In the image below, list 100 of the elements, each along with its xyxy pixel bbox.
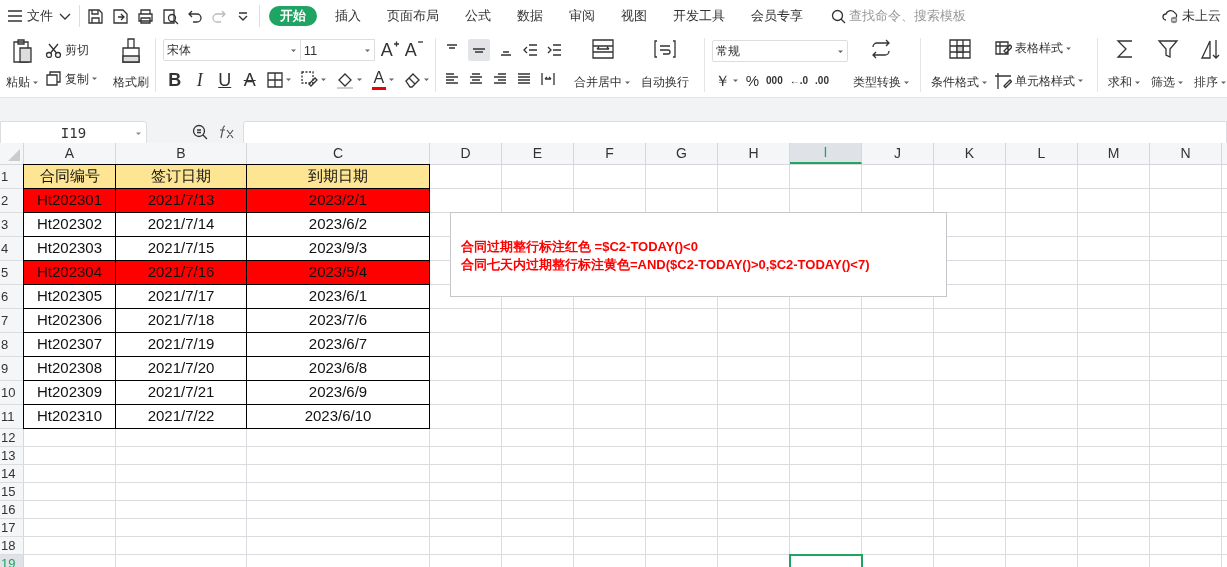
formula-input[interactable]	[243, 121, 1227, 145]
table-cell[interactable]: 2023/5/4	[247, 261, 430, 285]
table-cell[interactable]: Ht202301	[23, 189, 116, 213]
table-cell[interactable]: 2021/7/20	[116, 357, 247, 381]
table-cell[interactable]: 合同编号	[23, 164, 116, 189]
table-style-button[interactable]: 表格样式	[994, 39, 1085, 58]
filter-button[interactable]: 筛选	[1151, 32, 1184, 97]
chevron-down-icon[interactable]	[59, 12, 71, 20]
increase-indent-icon[interactable]	[546, 41, 563, 58]
number-format-button[interactable]: %	[745, 72, 760, 89]
row-header[interactable]: 5	[0, 261, 24, 284]
table-cell[interactable]: 2023/6/9	[247, 381, 430, 405]
caret-icon[interactable]	[902, 79, 910, 85]
function-icon[interactable]	[218, 124, 236, 140]
table-cell[interactable]: Ht202304	[23, 261, 116, 285]
underline-button[interactable]: U	[216, 69, 233, 90]
row-header[interactable]: 13	[0, 447, 24, 464]
font-color-button[interactable]: A	[371, 69, 386, 90]
table-cell[interactable]: Ht202309	[23, 381, 116, 405]
table-cell[interactable]: 2021/7/13	[116, 189, 247, 213]
row-header[interactable]: 17	[0, 519, 24, 536]
table-cell[interactable]: 2021/7/17	[116, 285, 247, 309]
align-middle-icon[interactable]	[468, 38, 491, 61]
dropdown-icon[interactable]	[237, 10, 249, 22]
column-header[interactable]: L	[1006, 143, 1078, 164]
table-cell[interactable]: 2023/7/6	[247, 309, 430, 333]
export-icon[interactable]	[112, 7, 129, 25]
zoom-out-icon[interactable]	[192, 124, 208, 140]
caret-icon[interactable]	[31, 79, 39, 85]
row-header[interactable]: 12	[0, 429, 24, 446]
cut-button[interactable]: 剪切	[45, 41, 98, 60]
caret-icon[interactable]	[319, 77, 327, 83]
caret-icon[interactable]	[624, 79, 632, 85]
ribbon-tab[interactable]: 视图	[609, 6, 659, 26]
distributed-icon[interactable]	[540, 71, 557, 88]
table-cell[interactable]: 2021/7/14	[116, 213, 247, 237]
conditional-format-button[interactable]: 条件格式	[931, 32, 989, 97]
search-field[interactable]: 查找命令、搜索模板	[849, 6, 989, 26]
cloud-status[interactable]: 未上云	[1182, 6, 1221, 26]
table-cell[interactable]: 2023/6/2	[247, 213, 430, 237]
decrease-font-size-button[interactable]: A	[404, 40, 424, 61]
ribbon-tab[interactable]: 页面布局	[375, 6, 451, 26]
number-format-button[interactable]: .00	[815, 72, 829, 89]
copy-button[interactable]: 复制	[45, 69, 98, 88]
strikethrough-button[interactable]: A	[241, 69, 258, 90]
ribbon-tab[interactable]: 公式	[453, 6, 503, 26]
italic-button[interactable]: I	[191, 69, 208, 90]
menu-icon[interactable]	[7, 8, 23, 24]
file-menu[interactable]: 文件	[27, 6, 53, 26]
table-cell[interactable]: 2021/7/22	[116, 405, 247, 429]
column-header[interactable]: F	[574, 143, 646, 164]
table-cell[interactable]: 到期日期	[247, 164, 430, 189]
table-cell[interactable]: 2023/6/8	[247, 357, 430, 381]
cloud-icon[interactable]	[1162, 8, 1179, 24]
print-preview-icon[interactable]	[162, 7, 179, 25]
font-name-select[interactable]: 宋体	[162, 39, 301, 62]
number-format-button[interactable]: 000	[766, 72, 783, 89]
column-header[interactable]: J	[862, 143, 934, 164]
borders-icon[interactable]	[266, 71, 283, 88]
merge-center-button[interactable]: 合并居中	[574, 32, 632, 97]
column-header[interactable]: D	[430, 143, 502, 164]
row-header[interactable]: 11	[0, 405, 24, 428]
table-cell[interactable]: 2021/7/21	[116, 381, 247, 405]
caret-icon[interactable]	[363, 47, 371, 53]
row-header[interactable]: 3	[0, 213, 24, 236]
row-header[interactable]: 4	[0, 237, 24, 260]
number-format-button[interactable]: ←.0	[789, 72, 809, 89]
row-header[interactable]: 6	[0, 285, 24, 308]
number-format-button[interactable]: ￥	[714, 72, 739, 89]
caret-icon[interactable]	[1065, 45, 1073, 51]
row-header[interactable]: 7	[0, 309, 24, 332]
row-header[interactable]: 14	[0, 465, 24, 482]
column-header[interactable]: N	[1150, 143, 1222, 164]
paste-button[interactable]: 粘贴	[3, 32, 41, 97]
row-header[interactable]: 8	[0, 333, 24, 356]
column-header[interactable]: K	[934, 143, 1006, 164]
decrease-indent-icon[interactable]	[522, 41, 539, 58]
cell-style-button[interactable]: 单元格样式	[994, 71, 1085, 90]
active-cell[interactable]	[790, 555, 862, 567]
caret-icon[interactable]	[355, 77, 363, 83]
row-header[interactable]: 1	[0, 165, 24, 188]
format-painter-button[interactable]: 格式刷	[112, 32, 149, 97]
table-cell[interactable]: 2023/6/10	[247, 405, 430, 429]
table-cell[interactable]: 2023/6/7	[247, 333, 430, 357]
row-header[interactable]: 16	[0, 501, 24, 518]
table-cell[interactable]: Ht202306	[23, 309, 116, 333]
caret-icon[interactable]	[91, 76, 98, 82]
table-cell[interactable]: Ht202302	[23, 213, 116, 237]
table-cell[interactable]: 2021/7/19	[116, 333, 247, 357]
wrap-text-button[interactable]: 自动换行	[641, 32, 690, 97]
column-header[interactable]: M	[1078, 143, 1150, 164]
sort-button[interactable]: 排序	[1194, 32, 1227, 97]
ribbon-tab[interactable]: 开发工具	[661, 6, 737, 26]
caret-icon[interactable]	[289, 47, 297, 53]
caret-icon[interactable]	[422, 77, 430, 83]
caret-icon[interactable]	[284, 77, 292, 83]
caret-icon[interactable]	[981, 79, 989, 85]
row-header[interactable]: 15	[0, 483, 24, 500]
eraser-icon[interactable]	[403, 71, 421, 89]
increase-font-size-button[interactable]: A	[380, 40, 400, 61]
